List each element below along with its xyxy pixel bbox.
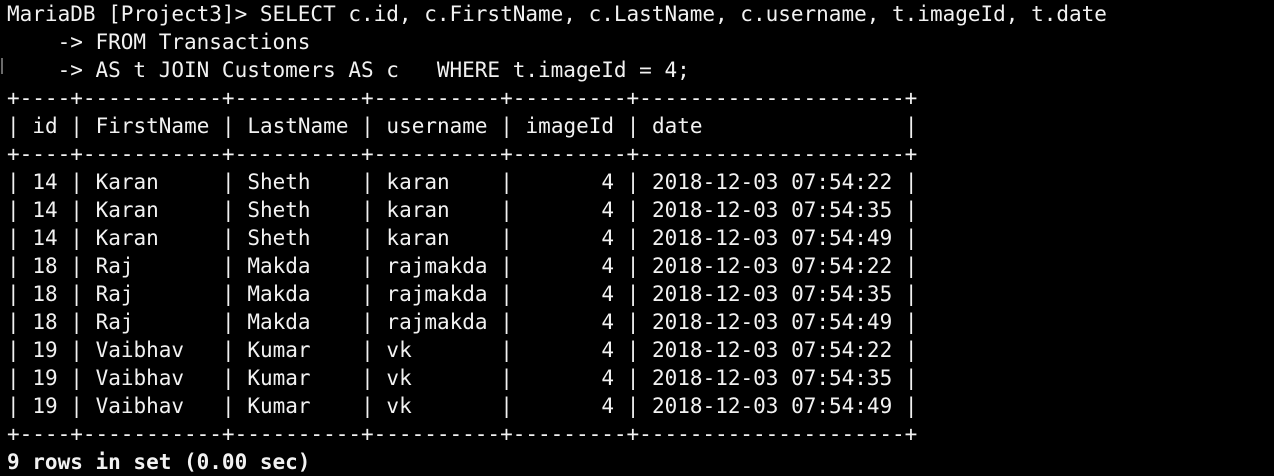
- table-row: | 14 | Karan | Sheth | karan | 4 | 2018-…: [7, 198, 918, 222]
- cell-imageid: 4: [525, 282, 615, 306]
- table-row: | 18 | Raj | Makda | rajmakda | 4 | 2018…: [7, 310, 918, 334]
- cell-date: 2018-12-03 07:54:35: [652, 198, 893, 222]
- cell-date: 2018-12-03 07:54:35: [652, 282, 893, 306]
- cell-id: 18: [32, 282, 58, 306]
- cell-firstname: Raj: [95, 310, 210, 334]
- cell-firstname: Vaibhav: [95, 394, 210, 418]
- cell-date: 2018-12-03 07:54:49: [652, 226, 893, 250]
- cell-lastname: Sheth: [247, 226, 349, 250]
- cell-lastname: Kumar: [247, 366, 349, 390]
- cell-date: 2018-12-03 07:54:49: [652, 394, 893, 418]
- cell-imageid: 4: [525, 338, 615, 362]
- cell-id: 19: [32, 338, 58, 362]
- cell-username: rajmakda: [386, 282, 488, 306]
- cell-id: 14: [32, 170, 58, 194]
- cell-firstname: Karan: [95, 170, 210, 194]
- cell-firstname: Karan: [95, 226, 210, 250]
- cell-id: 19: [32, 366, 58, 390]
- sql-continuation-line-1: -> FROM Transactions: [7, 30, 311, 54]
- sql-continuation-line-2: -> AS t JOIN Customers AS c WHERE t.imag…: [7, 58, 690, 82]
- table-row: | 14 | Karan | Sheth | karan | 4 | 2018-…: [7, 170, 918, 194]
- column-header-id: id: [32, 114, 58, 138]
- cell-username: rajmakda: [386, 254, 488, 278]
- result-summary: 9 rows in set (0.00 sec): [7, 450, 311, 474]
- column-header-date: date: [652, 114, 893, 138]
- column-header-imageid: imageId: [525, 114, 615, 138]
- cell-username: rajmakda: [386, 310, 488, 334]
- cell-imageid: 4: [525, 226, 615, 250]
- table-row: | 18 | Raj | Makda | rajmakda | 4 | 2018…: [7, 282, 918, 306]
- cell-date: 2018-12-03 07:54:49: [652, 310, 893, 334]
- cell-imageid: 4: [525, 394, 615, 418]
- cell-firstname: Vaibhav: [95, 366, 210, 390]
- cursor-gutter-mark: [1, 58, 3, 74]
- cell-lastname: Sheth: [247, 170, 349, 194]
- cell-lastname: Sheth: [247, 198, 349, 222]
- cell-id: 18: [32, 254, 58, 278]
- table-header-row: | id | FirstName | LastName | username |…: [7, 114, 918, 138]
- table-row: | 14 | Karan | Sheth | karan | 4 | 2018-…: [7, 226, 918, 250]
- column-header-username: username: [386, 114, 488, 138]
- sql-prompt-line: MariaDB [Project3]> SELECT c.id, c.First…: [7, 2, 1107, 26]
- cell-date: 2018-12-03 07:54:22: [652, 254, 893, 278]
- cell-id: 19: [32, 394, 58, 418]
- cell-lastname: Makda: [247, 310, 349, 334]
- table-border: +----+-----------+----------+----------+…: [7, 422, 918, 446]
- cell-username: karan: [386, 226, 488, 250]
- terminal-window[interactable]: MariaDB [Project3]> SELECT c.id, c.First…: [0, 0, 1274, 474]
- cell-imageid: 4: [525, 254, 615, 278]
- table-row: | 18 | Raj | Makda | rajmakda | 4 | 2018…: [7, 254, 918, 278]
- cell-username: vk: [386, 366, 488, 390]
- table-row: | 19 | Vaibhav | Kumar | vk | 4 | 2018-1…: [7, 366, 918, 390]
- column-header-lastname: LastName: [247, 114, 349, 138]
- cell-imageid: 4: [525, 170, 615, 194]
- cell-date: 2018-12-03 07:54:35: [652, 366, 893, 390]
- cell-username: karan: [386, 170, 488, 194]
- cell-username: vk: [386, 394, 488, 418]
- cell-firstname: Karan: [95, 198, 210, 222]
- cell-firstname: Raj: [95, 254, 210, 278]
- cell-username: karan: [386, 198, 488, 222]
- column-header-firstname: FirstName: [95, 114, 210, 138]
- cell-imageid: 4: [525, 198, 615, 222]
- table-row: | 19 | Vaibhav | Kumar | vk | 4 | 2018-1…: [7, 394, 918, 418]
- cell-lastname: Makda: [247, 282, 349, 306]
- table-row: | 19 | Vaibhav | Kumar | vk | 4 | 2018-1…: [7, 338, 918, 362]
- cell-id: 14: [32, 226, 58, 250]
- cell-imageid: 4: [525, 366, 615, 390]
- cell-lastname: Kumar: [247, 338, 349, 362]
- cell-id: 18: [32, 310, 58, 334]
- cell-imageid: 4: [525, 310, 615, 334]
- cell-date: 2018-12-03 07:54:22: [652, 170, 893, 194]
- cell-lastname: Kumar: [247, 394, 349, 418]
- table-border: +----+-----------+----------+----------+…: [7, 86, 918, 110]
- cell-date: 2018-12-03 07:54:22: [652, 338, 893, 362]
- table-border: +----+-----------+----------+----------+…: [7, 142, 918, 166]
- cell-lastname: Makda: [247, 254, 349, 278]
- cell-firstname: Raj: [95, 282, 210, 306]
- cell-id: 14: [32, 198, 58, 222]
- cell-username: vk: [386, 338, 488, 362]
- cell-firstname: Vaibhav: [95, 338, 210, 362]
